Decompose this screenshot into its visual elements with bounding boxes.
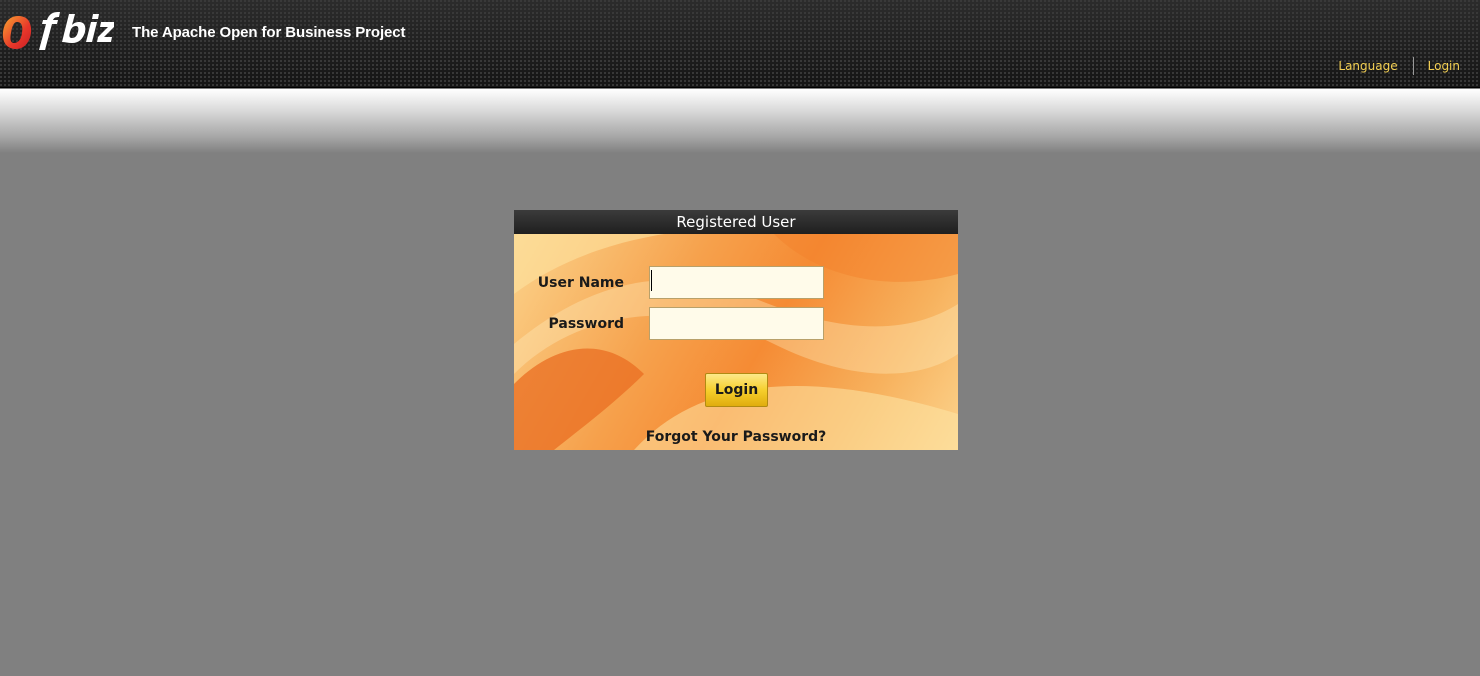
nav-divider bbox=[1412, 57, 1414, 75]
login-panel: Registered User User Name Password Login… bbox=[514, 210, 958, 450]
forgot-password-link[interactable]: Forgot Your Password? bbox=[514, 429, 958, 445]
login-panel-body: User Name Password Login Forgot Your Pas… bbox=[514, 234, 958, 450]
top-nav: Language Login bbox=[1338, 57, 1460, 75]
login-button[interactable]: Login bbox=[705, 373, 768, 407]
username-input[interactable] bbox=[649, 266, 824, 299]
header-gradient-band bbox=[0, 89, 1480, 153]
password-input[interactable] bbox=[649, 307, 824, 340]
login-panel-title: Registered User bbox=[514, 210, 958, 234]
username-label: User Name bbox=[537, 275, 624, 291]
top-header: The Apache Open for Business Project Lan… bbox=[0, 0, 1480, 88]
ofbiz-logo[interactable] bbox=[2, 12, 114, 52]
text-caret bbox=[651, 270, 652, 291]
password-label: Password bbox=[548, 316, 624, 332]
site-tagline: The Apache Open for Business Project bbox=[132, 24, 406, 41]
nav-language-link[interactable]: Language bbox=[1338, 59, 1397, 73]
nav-login-link[interactable]: Login bbox=[1428, 59, 1460, 73]
